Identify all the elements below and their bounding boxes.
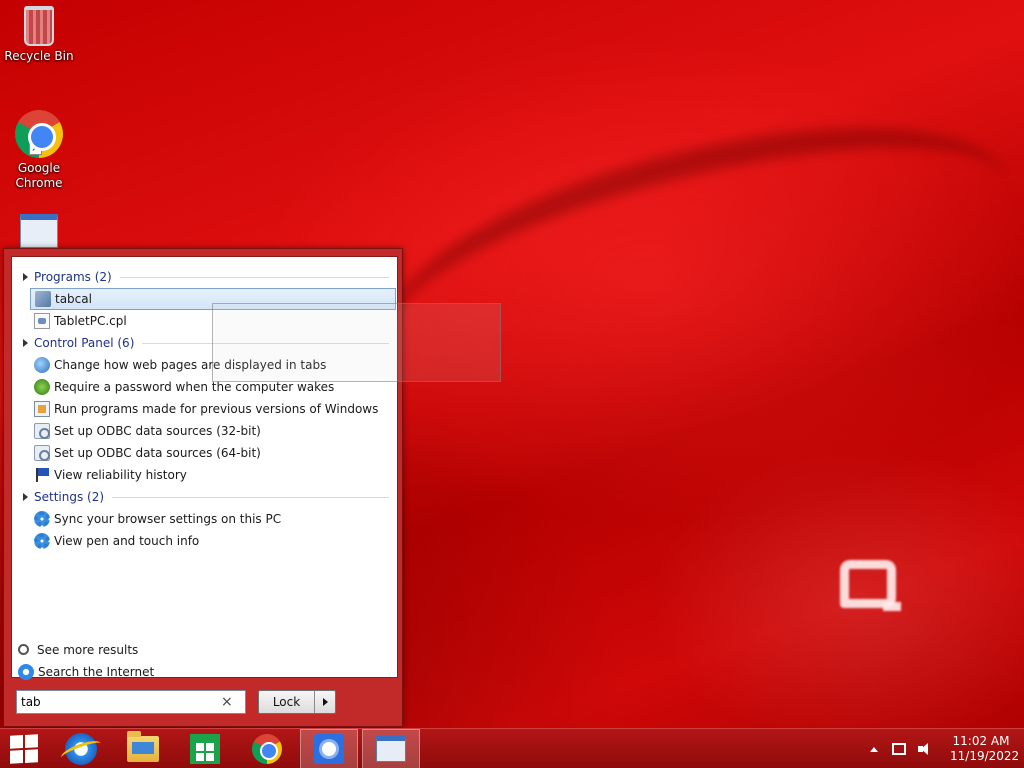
result-item-sync-browser[interactable]: Sync your browser settings on this PC xyxy=(30,508,396,530)
desktop-icon-label: Recycle Bin xyxy=(4,49,74,63)
group-header-label: Settings (2) xyxy=(34,490,105,504)
wallpaper-swoosh xyxy=(362,75,1024,445)
result-item-label: Sync your browser settings on this PC xyxy=(54,512,282,526)
desktop-icon-google-chrome[interactable]: ➚ Google Chrome xyxy=(4,110,74,191)
shortcut-arrow-icon: ➚ xyxy=(29,142,42,155)
start-button[interactable] xyxy=(0,729,48,768)
group-header-settings[interactable]: Settings (2) xyxy=(12,487,397,507)
odbc-icon xyxy=(34,445,50,461)
result-item-label: tabcal xyxy=(55,292,92,306)
show-hidden-icons-arrow-icon[interactable] xyxy=(870,746,878,752)
result-item-reliability[interactable]: View reliability history xyxy=(30,464,396,486)
internet-options-icon xyxy=(34,357,50,373)
store-icon xyxy=(190,734,220,764)
lock-button-label[interactable]: Lock xyxy=(259,691,315,713)
internet-explorer-icon xyxy=(18,664,34,680)
desktop-icon-label: Google Chrome xyxy=(15,161,63,190)
see-more-label: See more results xyxy=(37,643,139,657)
search-row: × Lock xyxy=(4,679,402,726)
result-item-compatibility[interactable]: Run programs made for previous versions … xyxy=(30,398,396,420)
clock[interactable]: 11:02 AM 11/19/2022 xyxy=(950,734,1020,764)
result-item-label: View pen and touch info xyxy=(54,534,200,548)
chrome-icon xyxy=(252,734,282,764)
windows-logo-icon xyxy=(10,734,38,764)
desktop-icon-control-panel[interactable] xyxy=(4,214,74,251)
settings-gear-icon xyxy=(34,511,50,527)
clock-time: 11:02 AM xyxy=(952,734,1010,748)
settings-gear-icon xyxy=(34,533,50,549)
group-header-label: Control Panel (6) xyxy=(34,336,135,350)
group-header-programs[interactable]: Programs (2) xyxy=(12,267,397,287)
cpl-file-icon xyxy=(34,313,50,329)
result-item-odbc-32[interactable]: Set up ODBC data sources (32-bit) xyxy=(30,420,396,442)
wallpaper-logo xyxy=(840,560,901,611)
taskbar-internet-explorer[interactable] xyxy=(52,729,110,768)
result-item-label: View reliability history xyxy=(54,468,187,482)
system-tray: 11:02 AM 11/19/2022 xyxy=(870,729,1024,768)
search-input[interactable] xyxy=(21,695,217,709)
result-item-label: Set up ODBC data sources (64-bit) xyxy=(54,446,261,460)
control-panel-icon xyxy=(20,214,58,248)
file-explorer-icon xyxy=(127,731,159,762)
expand-triangle-icon xyxy=(23,493,28,501)
search-box: × xyxy=(16,690,246,714)
search-internet-label: Search the Internet xyxy=(38,665,155,679)
expand-triangle-icon xyxy=(23,339,28,347)
taskbar-brightness-app[interactable] xyxy=(300,729,358,768)
tabcal-app-icon xyxy=(35,291,51,307)
clock-date: 11/19/2022 xyxy=(950,749,1020,763)
taskbar: 11:02 AM 11/19/2022 xyxy=(0,728,1024,768)
chrome-icon: ➚ xyxy=(15,110,63,158)
power-options-arrow-icon[interactable] xyxy=(315,698,335,706)
volume-icon[interactable] xyxy=(918,742,934,756)
lock-button[interactable]: Lock xyxy=(258,690,336,714)
result-item-odbc-64[interactable]: Set up ODBC data sources (64-bit) xyxy=(30,442,396,464)
taskbar-control-panel[interactable] xyxy=(362,729,420,768)
taskbar-store[interactable] xyxy=(176,729,234,768)
brightness-app-icon xyxy=(314,734,344,764)
odbc-icon xyxy=(34,423,50,439)
expand-triangle-icon xyxy=(23,273,28,281)
group-divider xyxy=(112,496,389,498)
group-divider xyxy=(119,276,389,278)
result-item-label: Run programs made for previous versions … xyxy=(54,402,379,416)
result-item-label: TabletPC.cpl xyxy=(54,314,127,328)
taskbar-chrome[interactable] xyxy=(238,729,296,768)
see-more-results-link[interactable]: See more results xyxy=(14,639,380,661)
taskbar-file-explorer[interactable] xyxy=(114,729,172,768)
control-panel-icon xyxy=(376,736,406,762)
group-header-label: Programs (2) xyxy=(34,270,112,284)
action-center-flag-icon xyxy=(34,467,50,483)
result-item-pen-touch[interactable]: View pen and touch info xyxy=(30,530,396,552)
desktop-icon-recycle-bin[interactable]: Recycle Bin xyxy=(4,6,74,64)
result-item-label: Require a password when the computer wak… xyxy=(54,380,335,394)
fading-tooltip-frame xyxy=(212,303,501,382)
result-item-label: Set up ODBC data sources (32-bit) xyxy=(54,424,261,438)
network-icon[interactable] xyxy=(892,743,906,755)
clear-search-icon[interactable]: × xyxy=(221,694,233,710)
compatibility-icon xyxy=(34,401,50,417)
magnifier-icon xyxy=(18,643,29,655)
power-options-icon xyxy=(34,379,50,395)
internet-explorer-icon xyxy=(65,733,97,765)
recycle-bin-icon xyxy=(24,6,54,46)
